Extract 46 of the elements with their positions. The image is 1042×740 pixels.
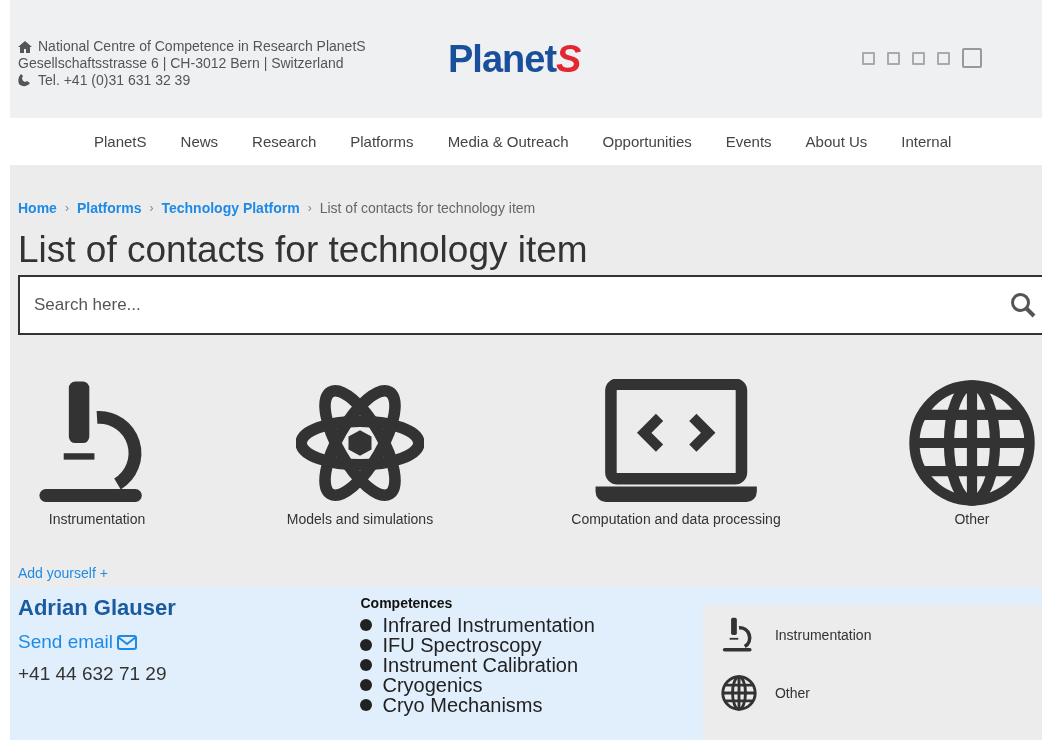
category-link[interactable]: Other: [954, 511, 990, 527]
competences-heading: Competences: [360, 595, 454, 611]
competence-item: Infrared Instrumentation: [382, 615, 595, 635]
globe-icon: [908, 379, 1036, 507]
globe-icon: [720, 675, 757, 711]
category-link[interactable]: Computation and data processing: [571, 511, 781, 527]
tag-label: Instrumentation: [774, 627, 872, 643]
category-link[interactable]: Instrumentation: [48, 511, 146, 527]
phone-text: Tel. +41 (0)31 631 32 39: [38, 72, 191, 89]
category-link[interactable]: Models and simulations: [286, 511, 434, 527]
nav-link[interactable]: About Us: [788, 133, 885, 150]
planets-logo[interactable]: PlanetS: [448, 38, 581, 81]
instagram-icon[interactable]: [962, 48, 982, 68]
bullet-icon: [360, 679, 373, 691]
nav-link[interactable]: Opportunities: [585, 133, 709, 150]
social-icon[interactable]: [887, 51, 900, 65]
social-icon[interactable]: [937, 51, 950, 65]
nav-link[interactable]: News: [163, 133, 236, 150]
competence-item: Cryo Mechanisms: [382, 695, 543, 715]
contact-phone: +41 44 632 71 29: [18, 663, 168, 685]
home-icon: [18, 40, 32, 53]
nav-link[interactable]: Platforms: [333, 133, 431, 150]
search-field[interactable]: Search here...: [18, 275, 1042, 335]
competence-item: Instrument Calibration: [382, 655, 579, 675]
breadcrumb-separator: ›: [307, 201, 312, 215]
social-icon[interactable]: [912, 51, 925, 65]
nav-link[interactable]: Events: [708, 133, 789, 150]
nav-link[interactable]: PlanetS: [77, 133, 164, 150]
social-icon[interactable]: [862, 51, 875, 65]
breadcrumb-separator: ›: [149, 201, 154, 215]
bullet-icon: [360, 639, 373, 651]
page-title: List of contacts for technology item: [18, 228, 589, 272]
envelope-icon: [117, 634, 138, 650]
bullet-icon: [360, 659, 373, 671]
bullet-icon: [360, 619, 373, 631]
tag-label: Other: [774, 685, 810, 701]
nav-link[interactable]: Research: [235, 133, 334, 150]
breadcrumb-separator: ›: [64, 201, 69, 215]
organization-name: National Centre of Competence in Research PlanetS: [38, 38, 366, 55]
contact-name: Adrian Glauser: [18, 595, 177, 621]
nav-link[interactable]: Media & Outreach: [430, 133, 586, 150]
search-icon[interactable]: [1010, 292, 1036, 318]
nav-link[interactable]: Internal: [884, 133, 969, 150]
address-text: Gesellschaftsstrasse 6 | CH-3012 Bern | Switzerland: [18, 55, 344, 72]
breadcrumb-current: List of contacts for technology item: [319, 200, 536, 216]
bullet-icon: [360, 699, 373, 711]
